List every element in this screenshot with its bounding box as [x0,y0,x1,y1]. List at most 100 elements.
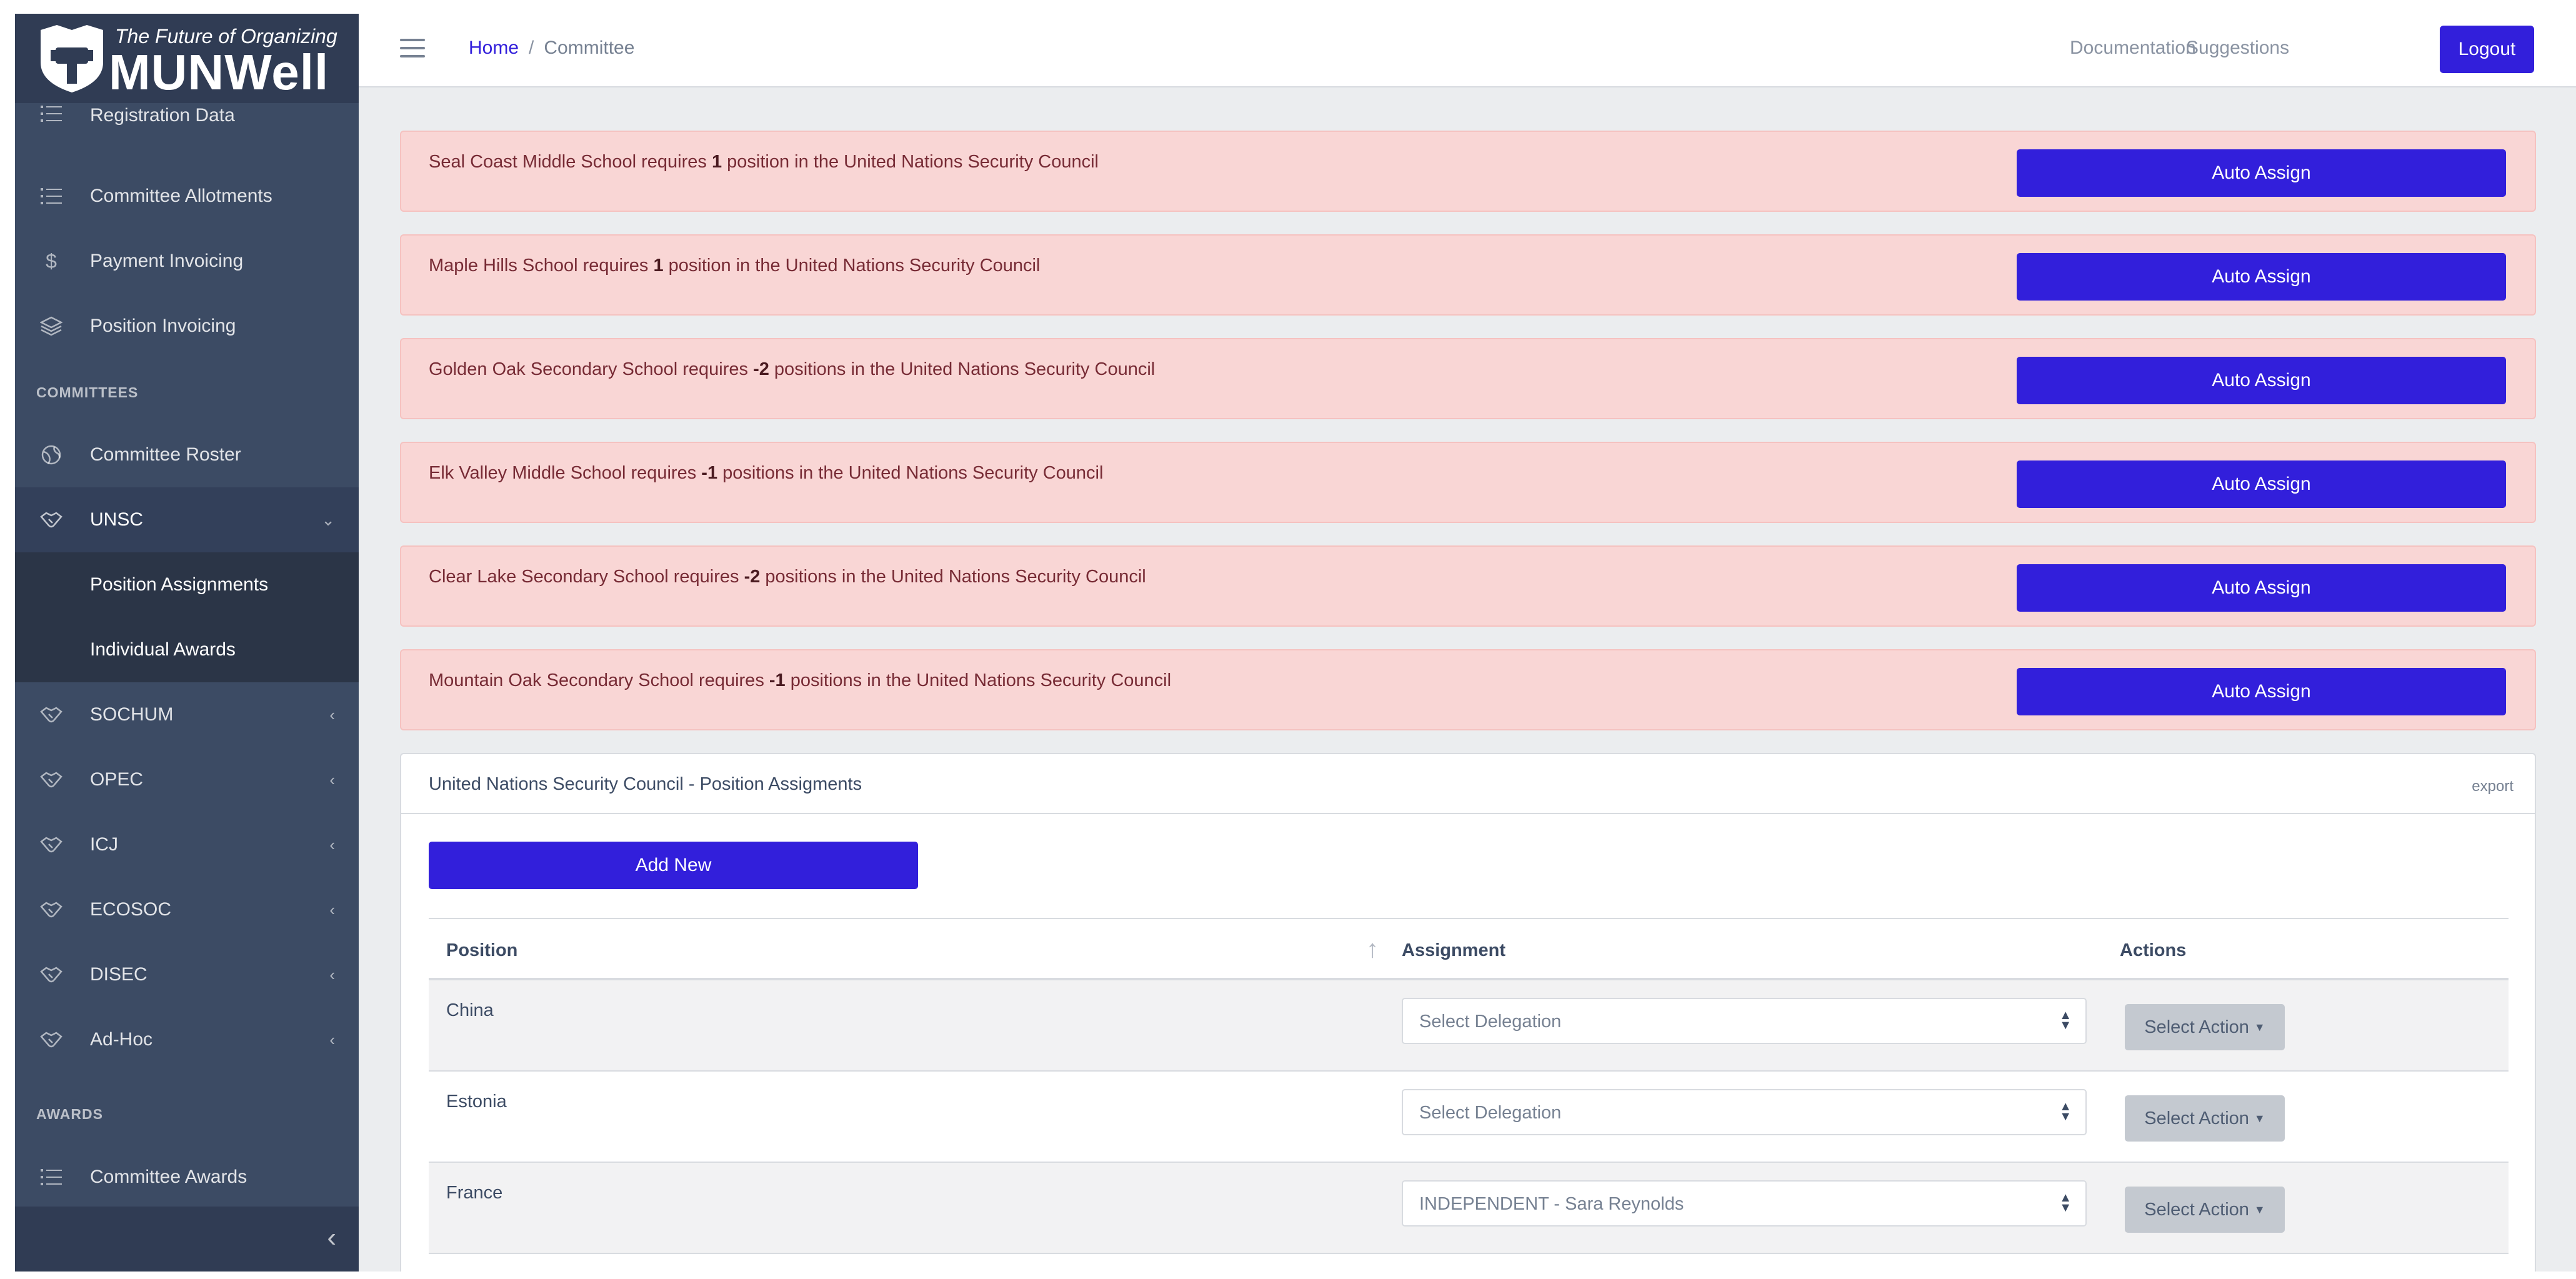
sidebar-item-label: DISEC [90,964,147,985]
brand-name: MUNWell [109,44,329,100]
sidebar-item-label: Payment Invoicing [90,251,244,271]
suggestions-link[interactable]: Suggestions [2186,37,2289,59]
nav-section-awards: AWARDS [36,1106,103,1122]
delegation-select[interactable]: INDEPENDENT - Sara Reynolds ▲ ▼ [1402,1180,2087,1227]
table-row: Estonia Select Delegation ▲ ▼ Select Acti… [429,1072,2509,1163]
alert-message: Maple Hills School requires 1 position i… [429,256,1041,276]
sidebar-item-label: Registration Data [90,105,235,126]
sidebar-item-label: OPEC [90,769,144,790]
alert-position-requirement: Maple Hills School requires 1 position i… [400,234,2536,316]
list-icon [39,184,64,209]
auto-assign-button[interactable]: Auto Assign [2017,668,2506,715]
position-cell: Estonia [446,1092,507,1112]
handshake-icon [39,767,64,792]
table-row: France INDEPENDENT - Sara Reynolds ▲ ▼ Se… [429,1163,2509,1254]
position-cell: France [446,1183,503,1203]
alert-position-requirement: Seal Coast Middle School requires 1 posi… [400,131,2536,212]
delegation-select-value: Select Delegation [1419,1103,1562,1123]
sidebar-item-opec[interactable]: OPEC ‹ [15,747,359,812]
chevron-left-icon: ‹ [329,835,335,854]
sidebar-item-payment-invoicing[interactable]: $ Payment Invoicing [15,229,359,294]
top-header: Home / Committee Documentation Suggestions… [359,14,2576,87]
position-assignments-card: United Nations Security Council - Positi… [400,753,2536,1272]
sidebar-minimizer[interactable]: ‹ [15,1207,359,1272]
breadcrumb-current: Committee [544,37,635,58]
handshake-icon [39,832,64,857]
sidebar-item-icj[interactable]: ICJ ‹ [15,812,359,877]
alert-message: Seal Coast Middle School requires 1 posi… [429,152,1099,172]
add-new-button[interactable]: Add New [429,842,918,889]
select-arrows-icon: ▲ ▼ [2059,1008,2072,1032]
sidebar-item-position-assignments[interactable]: Position Assignments [15,552,359,617]
alert-position-requirement: Mountain Oak Secondary School requires -… [400,649,2536,730]
sidebar-item-ad-hoc[interactable]: Ad-Hoc ‹ [15,1007,359,1072]
select-action-button[interactable]: Select Action ▼ [2125,1095,2285,1142]
dollar-icon: $ [46,249,57,272]
sidebar-item-label: Ad-Hoc [90,1029,153,1050]
sidebar-item-label: UNSC [90,509,144,530]
chevron-left-icon: ‹ [329,965,335,984]
sidebar-item-label: Individual Awards [90,639,236,660]
breadcrumb-home-link[interactable]: Home [469,37,519,58]
sidebar-item-label: Position Invoicing [90,316,236,336]
sidebar-item-label: Position Assignments [90,574,269,595]
select-action-button[interactable]: Select Action ▼ [2125,1004,2285,1050]
sidebar-item-unsc[interactable]: UNSC ⌄ [15,487,359,552]
menu-toggle-icon[interactable] [400,39,425,59]
sidebar-item-sochum[interactable]: SOCHUM ‹ [15,682,359,747]
chevron-down-icon: ⌄ [321,510,335,529]
select-action-button[interactable]: Select Action ▼ [2125,1187,2285,1233]
sidebar-item-label: ECOSOC [90,899,172,920]
column-header-position[interactable]: Position [446,940,517,961]
table-row: China Select Delegation ▲ ▼ Select Action… [429,980,2509,1072]
auto-assign-button[interactable]: Auto Assign [2017,460,2506,508]
delegation-select-value: INDEPENDENT - Sara Reynolds [1419,1194,1684,1214]
sidebar-item-committee-roster[interactable]: Committee Roster [15,422,359,487]
auto-assign-button[interactable]: Auto Assign [2017,149,2506,197]
logout-button[interactable]: Logout [2440,26,2534,73]
sidebar: The Future of Organizing MUNWell Registr… [15,14,359,1272]
sort-arrow-up-icon[interactable]: ↑ [1366,935,1379,963]
sidebar-item-committee-allotments[interactable]: Committee Allotments [15,164,359,229]
auto-assign-button[interactable]: Auto Assign [2017,564,2506,612]
column-header-assignment[interactable]: Assignment [1402,940,1505,961]
chevron-left-icon[interactable]: ‹ [327,1224,336,1252]
auto-assign-button[interactable]: Auto Assign [2017,253,2506,301]
table-header: Position ↑ Assignment Actions [429,918,2509,980]
sidebar-item-disec[interactable]: DISEC ‹ [15,942,359,1007]
alert-position-requirement: Elk Valley Middle School requires -1 pos… [400,442,2536,523]
sidebar-item-position-invoicing[interactable]: Position Invoicing [15,294,359,359]
alert-message: Clear Lake Secondary School requires -2 … [429,567,1146,587]
alert-position-requirement: Clear Lake Secondary School requires -2 … [400,545,2536,627]
handshake-icon [39,897,64,922]
sidebar-item-ecosoc[interactable]: ECOSOC ‹ [15,877,359,942]
auto-assign-button[interactable]: Auto Assign [2017,357,2506,404]
sidebar-item-individual-awards[interactable]: Individual Awards [15,617,359,682]
chevron-left-icon: ‹ [329,1030,335,1049]
breadcrumb-separator: / [529,37,534,58]
assignments-table: Position ↑ Assignment Actions China Sele… [429,918,2509,1254]
list-icon [39,101,64,126]
chevron-left-icon: ‹ [329,900,335,919]
caret-down-icon: ▼ [2254,1203,2265,1216]
app-root: The Future of Organizing MUNWell Registr… [15,14,2576,1272]
column-header-actions: Actions [2120,940,2187,960]
alert-message: Golden Oak Secondary School requires -2 … [429,359,1156,379]
caret-down-icon: ▼ [2254,1112,2265,1125]
sidebar-item-label: Committee Allotments [90,186,272,206]
handshake-icon [39,1027,64,1052]
export-link[interactable]: export [2472,778,2514,795]
brand[interactable]: The Future of Organizing MUNWell [15,14,359,103]
sidebar-item-registration-data[interactable]: Registration Data [15,100,359,131]
documentation-link[interactable]: Documentation [2070,37,2196,59]
sidebar-item-label: Committee Awards [90,1167,247,1187]
caret-down-icon: ▼ [2254,1020,2265,1033]
globe-icon [39,442,64,467]
chevron-left-icon: ‹ [329,705,335,724]
sidebar-item-committee-awards[interactable]: Committee Awards [15,1145,359,1210]
delegation-select[interactable]: Select Delegation ▲ ▼ [1402,1089,2087,1135]
delegation-select-value: Select Delegation [1419,1012,1562,1032]
alert-position-requirement: Golden Oak Secondary School requires -2 … [400,338,2536,419]
delegation-select[interactable]: Select Delegation ▲ ▼ [1402,998,2087,1044]
breadcrumb: Home / Committee [469,37,634,59]
